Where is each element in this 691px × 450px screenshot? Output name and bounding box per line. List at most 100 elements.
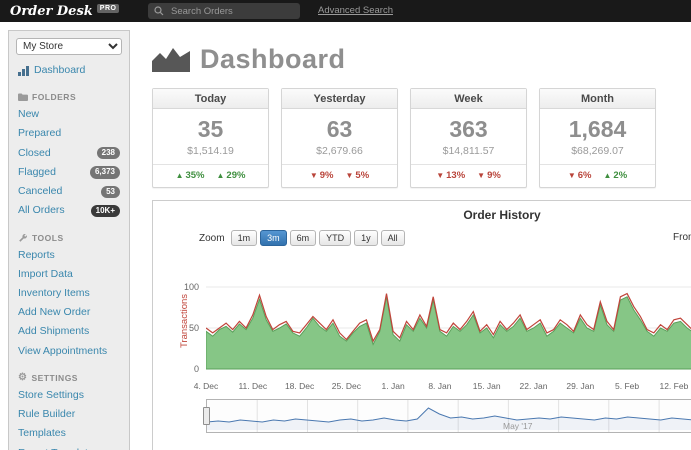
chart-title: Order History [153, 208, 691, 222]
range-selector: Zoom 1m 3m 6m YTD 1y All [199, 230, 408, 246]
stat-count: 363 [411, 116, 526, 143]
sidebar-item-label: Prepared [18, 126, 61, 141]
zoom-button-all[interactable]: All [381, 230, 405, 246]
search-icon [154, 6, 164, 16]
count-badge: 53 [101, 186, 120, 198]
count-badge: 238 [97, 147, 120, 159]
navigator-axis-label: May '17 [503, 421, 533, 431]
stat-count: 63 [282, 116, 397, 143]
sidebar-item-dashboard[interactable]: Dashboard [9, 61, 129, 80]
wrench-icon [18, 233, 28, 243]
sidebar-item-label: View Appointments [18, 344, 107, 359]
sidebar: My Store Dashboard FOLDERS New Prepared … [8, 30, 130, 450]
zoom-button-1m[interactable]: 1m [231, 230, 258, 246]
order-history-panel: Order History Zoom 1m 3m 6m YTD 1y All F… [152, 200, 691, 450]
sidebar-item-import-data[interactable]: Import Data [9, 265, 129, 284]
sidebar-item-add-shipments[interactable]: Add Shipments [9, 322, 129, 341]
x-axis-tick: 5. Feb [615, 381, 639, 391]
y-axis-tick: 100 [169, 282, 199, 292]
sidebar-item-add-new-order[interactable]: Add New Order [9, 303, 129, 322]
section-label: TOOLS [32, 233, 64, 243]
change-value: 35% [185, 170, 204, 181]
change-value: 29% [226, 170, 245, 181]
sidebar-item-inventory-items[interactable]: Inventory Items [9, 284, 129, 303]
x-axis-tick: 1. Jan [382, 381, 405, 391]
section-label: FOLDERS [32, 92, 76, 102]
sidebar-item-reports[interactable]: Reports [9, 246, 129, 265]
change-indicator: ▼9% [310, 170, 334, 181]
stat-count: 1,684 [540, 116, 655, 143]
sidebar-item-view-appointments[interactable]: View Appointments [9, 342, 129, 361]
section-label: SETTINGS [31, 373, 78, 383]
down-arrow-icon: ▼ [436, 171, 444, 180]
sidebar-item-label: Add New Order [18, 305, 90, 320]
stat-period: Month [540, 89, 655, 109]
stat-period: Yesterday [282, 89, 397, 109]
change-indicator: ▼13% [436, 170, 465, 181]
x-axis-tick: 25. Dec [332, 381, 361, 391]
stat-changes: ▼13% ▼9% [411, 164, 526, 187]
x-axis-tick: 8. Jan [428, 381, 451, 391]
zoom-button-1y[interactable]: 1y [354, 230, 378, 246]
sidebar-section-folders: FOLDERS [18, 92, 120, 102]
gear-icon: ⚙ [18, 373, 27, 383]
chart-navigator[interactable]: May '17 [206, 399, 691, 433]
zoom-label: Zoom [199, 233, 225, 244]
change-indicator: ▲35% [176, 170, 205, 181]
folder-icon [18, 93, 28, 101]
zoom-button-6m[interactable]: 6m [290, 230, 317, 246]
x-axis-tick: 29. Jan [566, 381, 594, 391]
sidebar-item-label: Flagged [18, 165, 56, 180]
zoom-button-3m[interactable]: 3m [260, 230, 287, 246]
search-box [148, 3, 300, 19]
sidebar-item-label: Dashboard [34, 63, 85, 78]
down-arrow-icon: ▼ [346, 171, 354, 180]
sidebar-item-label: Reports [18, 248, 55, 263]
app-root: Order Desk PRO Advanced Search My Store … [0, 0, 691, 450]
sidebar-section-tools: TOOLS [18, 233, 120, 243]
order-history-chart[interactable] [206, 257, 691, 379]
sidebar-item-store-settings[interactable]: Store Settings [9, 386, 129, 405]
x-axis-tick: 18. Dec [285, 381, 314, 391]
stat-period: Week [411, 89, 526, 109]
sidebar-item-label: Add Shipments [18, 324, 89, 339]
navigator-left-handle[interactable] [203, 407, 210, 425]
sidebar-item-flagged[interactable]: Flagged 6,373 [9, 163, 129, 182]
sidebar-item-new[interactable]: New [9, 105, 129, 124]
y-axis-title: Transactions [179, 294, 190, 348]
stat-changes: ▼6% ▲2% [540, 164, 655, 187]
zoom-button-ytd[interactable]: YTD [319, 230, 351, 246]
sidebar-item-export-templates[interactable]: Export Templates [9, 444, 129, 450]
main-content: Dashboard Today 35 $1,514.19 ▲35% ▲29% Y… [140, 22, 691, 450]
sidebar-item-closed[interactable]: Closed 238 [9, 144, 129, 163]
sidebar-item-all-orders[interactable]: All Orders 10K+ [9, 201, 129, 220]
change-value: 9% [487, 170, 501, 181]
change-indicator: ▲29% [217, 170, 246, 181]
sidebar-item-prepared[interactable]: Prepared [9, 124, 129, 143]
search-input[interactable] [169, 5, 294, 18]
up-arrow-icon: ▲ [217, 171, 225, 180]
up-arrow-icon: ▲ [176, 171, 184, 180]
bar-chart-icon [18, 66, 29, 76]
store-select[interactable]: My Store [16, 38, 122, 55]
sidebar-item-label: Export Templates [18, 446, 99, 450]
x-axis-tick: 4. Dec [194, 381, 219, 391]
down-arrow-icon: ▼ [568, 171, 576, 180]
page-header: Dashboard [152, 42, 691, 76]
change-indicator: ▲2% [604, 170, 628, 181]
stat-card-today: Today 35 $1,514.19 ▲35% ▲29% [152, 88, 269, 188]
sidebar-item-label: Canceled [18, 184, 62, 199]
topbar: Order Desk PRO Advanced Search [0, 0, 691, 22]
sidebar-item-label: All Orders [18, 203, 65, 218]
navigator-chart[interactable] [207, 400, 691, 432]
advanced-search-link[interactable]: Advanced Search [318, 5, 393, 16]
sidebar-item-canceled[interactable]: Canceled 53 [9, 182, 129, 201]
sidebar-item-rule-builder[interactable]: Rule Builder [9, 405, 129, 424]
range-from-label: From [673, 232, 691, 243]
app-logo[interactable]: Order Desk PRO [10, 0, 119, 22]
down-arrow-icon: ▼ [477, 171, 485, 180]
change-indicator: ▼6% [568, 170, 592, 181]
stat-amount: $1,514.19 [153, 145, 268, 157]
sidebar-item-label: Rule Builder [18, 407, 75, 422]
sidebar-item-templates[interactable]: Templates [9, 424, 129, 443]
